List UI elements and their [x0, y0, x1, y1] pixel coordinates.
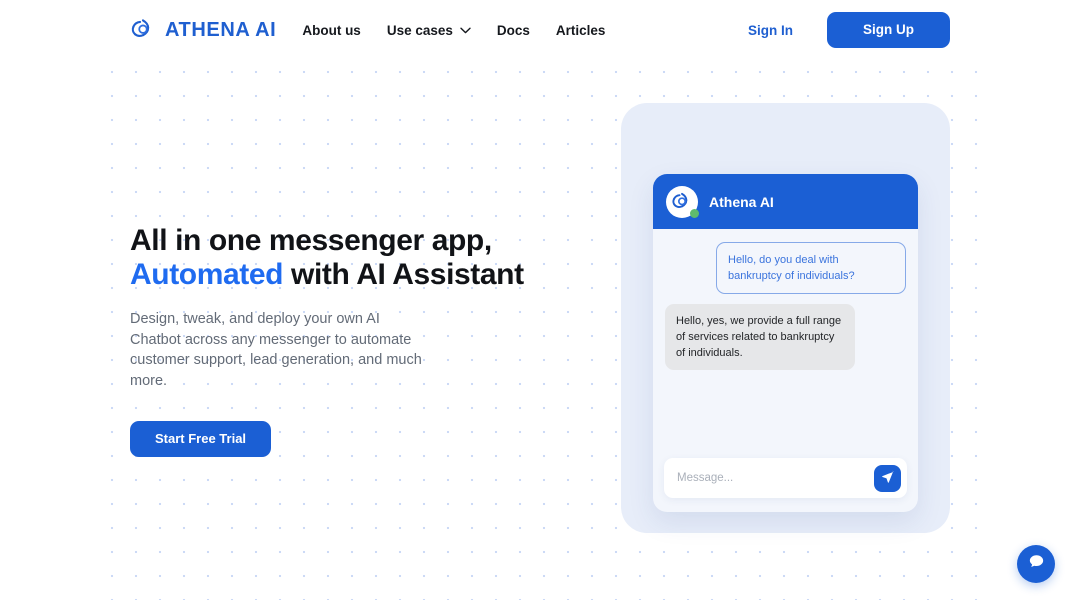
online-status-dot — [690, 208, 699, 218]
paper-plane-icon — [881, 470, 895, 487]
chevron-down-icon — [460, 27, 471, 34]
start-free-trial-button[interactable]: Start Free Trial — [130, 420, 272, 457]
header-actions: Sign In Sign Up — [748, 12, 950, 48]
chat-message-list: Hello, do you deal with bankruptcy of in… — [653, 229, 918, 448]
brand-logo[interactable]: ATHENA AI — [130, 17, 276, 43]
page-title: All in one messenger app, Automated with… — [130, 224, 550, 291]
chat-widget-header: Athena AI — [653, 174, 918, 229]
chat-bubble-icon — [1027, 552, 1046, 576]
chat-preview-panel: Athena AI Hello, do you deal with bankru… — [621, 103, 950, 533]
nav-item-articles[interactable]: Articles — [556, 23, 606, 38]
nav-item-docs[interactable]: Docs — [497, 23, 530, 38]
chat-launcher-button[interactable] — [1017, 545, 1055, 583]
nav-label: Docs — [496, 22, 530, 38]
chat-message-bot: Hello, yes, we provide a full range of s… — [665, 304, 855, 371]
nav-label: Use cases — [386, 22, 453, 38]
chat-widget-title: Athena AI — [709, 193, 774, 210]
brand-name: ATHENA AI — [165, 18, 277, 41]
avatar — [666, 185, 699, 218]
headline-line-2-rest: with AI Assistant — [283, 257, 524, 291]
site-header: ATHENA AI About us Use cases Docs Articl… — [0, 0, 1080, 60]
chat-composer-area — [653, 448, 918, 512]
hero-copy: All in one messenger app, Automated with… — [130, 60, 550, 457]
nav-item-use-cases[interactable]: Use cases — [387, 23, 471, 38]
chat-widget: Athena AI Hello, do you deal with bankru… — [653, 174, 918, 512]
sign-up-button[interactable]: Sign Up — [827, 12, 950, 48]
headline-line-1: All in one messenger app, — [130, 224, 492, 257]
hero-subtitle: Design, tweak, and deploy your own AI Ch… — [130, 311, 422, 389]
chat-message-user: Hello, do you deal with bankruptcy of in… — [716, 242, 906, 295]
send-button[interactable] — [874, 464, 901, 492]
main-nav: About us Use cases Docs Articles — [302, 23, 605, 38]
sign-in-link[interactable]: Sign In — [748, 23, 793, 38]
nav-label: About us — [302, 22, 361, 38]
nav-label: Articles — [555, 22, 606, 38]
message-input[interactable] — [677, 472, 874, 484]
headline-accent-word: Automated — [130, 257, 284, 291]
nav-item-about-us[interactable]: About us — [302, 23, 361, 38]
triquetra-logo-icon — [130, 17, 156, 43]
chat-composer — [664, 458, 907, 498]
